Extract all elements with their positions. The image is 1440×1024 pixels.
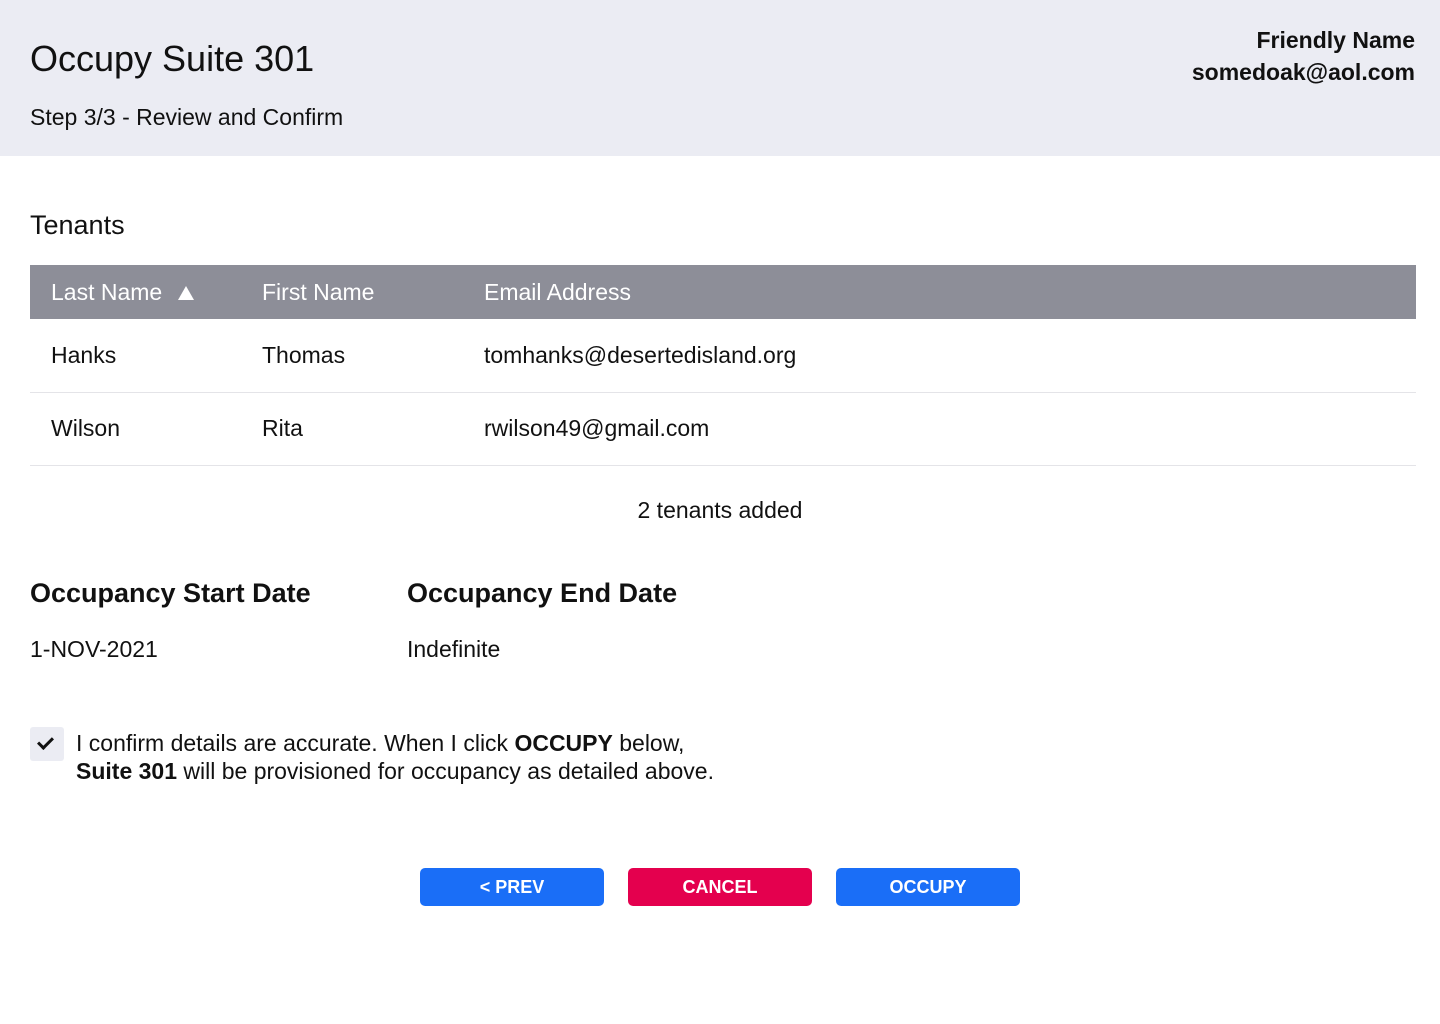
triangle-up-icon [178,285,195,300]
cell-last-name: Hanks [51,341,117,368]
confirm-checkbox[interactable] [30,727,64,761]
prev-button[interactable]: < PREV [420,868,604,906]
tenants-heading: Tenants [30,210,125,240]
confirm-text-part: I confirm details are accurate. When I c… [76,730,515,756]
start-date-label: Occupancy Start Date [30,578,311,608]
checkmark-icon [37,733,54,750]
confirm-text-part: below, [612,730,685,756]
occupy-button[interactable]: OCCUPY [836,868,1020,906]
cancel-button[interactable]: CANCEL [628,868,812,906]
column-header-email[interactable]: Email Address [463,265,1416,319]
user-name: Friendly Name [1256,27,1416,53]
end-date-value: Indefinite [407,636,501,662]
cell-last-name: Wilson [51,415,121,441]
step-indicator: Step 3/3 - Review and Confirm [30,104,344,130]
table-header-row: Last Name First Name Email Address [30,265,1416,319]
user-info: Friendly Name somedoak@aol.com [1192,24,1415,88]
end-date-label: Occupancy End Date [407,578,678,608]
user-email: somedoak@aol.com [1191,59,1415,85]
page-header: Occupy Suite 301 Step 3/3 - Review and C… [0,0,1440,156]
cell-first-name: Thomas [262,341,346,368]
table-row: Hanks Thomas tomhanks@desertedisland.org [30,319,1416,392]
confirm-text-part: will be provisioned for occupancy as det… [177,758,714,784]
table-row: Wilson Rita rwilson49@gmail.com [30,392,1416,465]
column-header-label: Last Name [51,278,163,305]
confirm-text-emphasis: Suite 301 [76,758,177,784]
page-title: Occupy Suite 301 [30,38,315,79]
confirm-text-emphasis: OCCUPY [514,730,613,756]
confirm-statement: I confirm details are accurate. When I c… [76,729,714,785]
column-header-last-name[interactable]: Last Name [30,265,241,319]
cell-email: tomhanks@desertedisland.org [484,341,797,368]
column-header-label: First Name [262,278,375,305]
tenants-table: Last Name First Name Email Address Hanks… [30,265,1416,466]
column-header-label: Email Address [484,278,632,305]
cell-first-name: Rita [262,415,303,441]
column-header-first-name[interactable]: First Name [241,265,463,319]
tenant-count: 2 tenants added [637,497,803,523]
cell-email: rwilson49@gmail.com [484,415,710,441]
start-date-value: 1-NOV-2021 [30,636,158,662]
